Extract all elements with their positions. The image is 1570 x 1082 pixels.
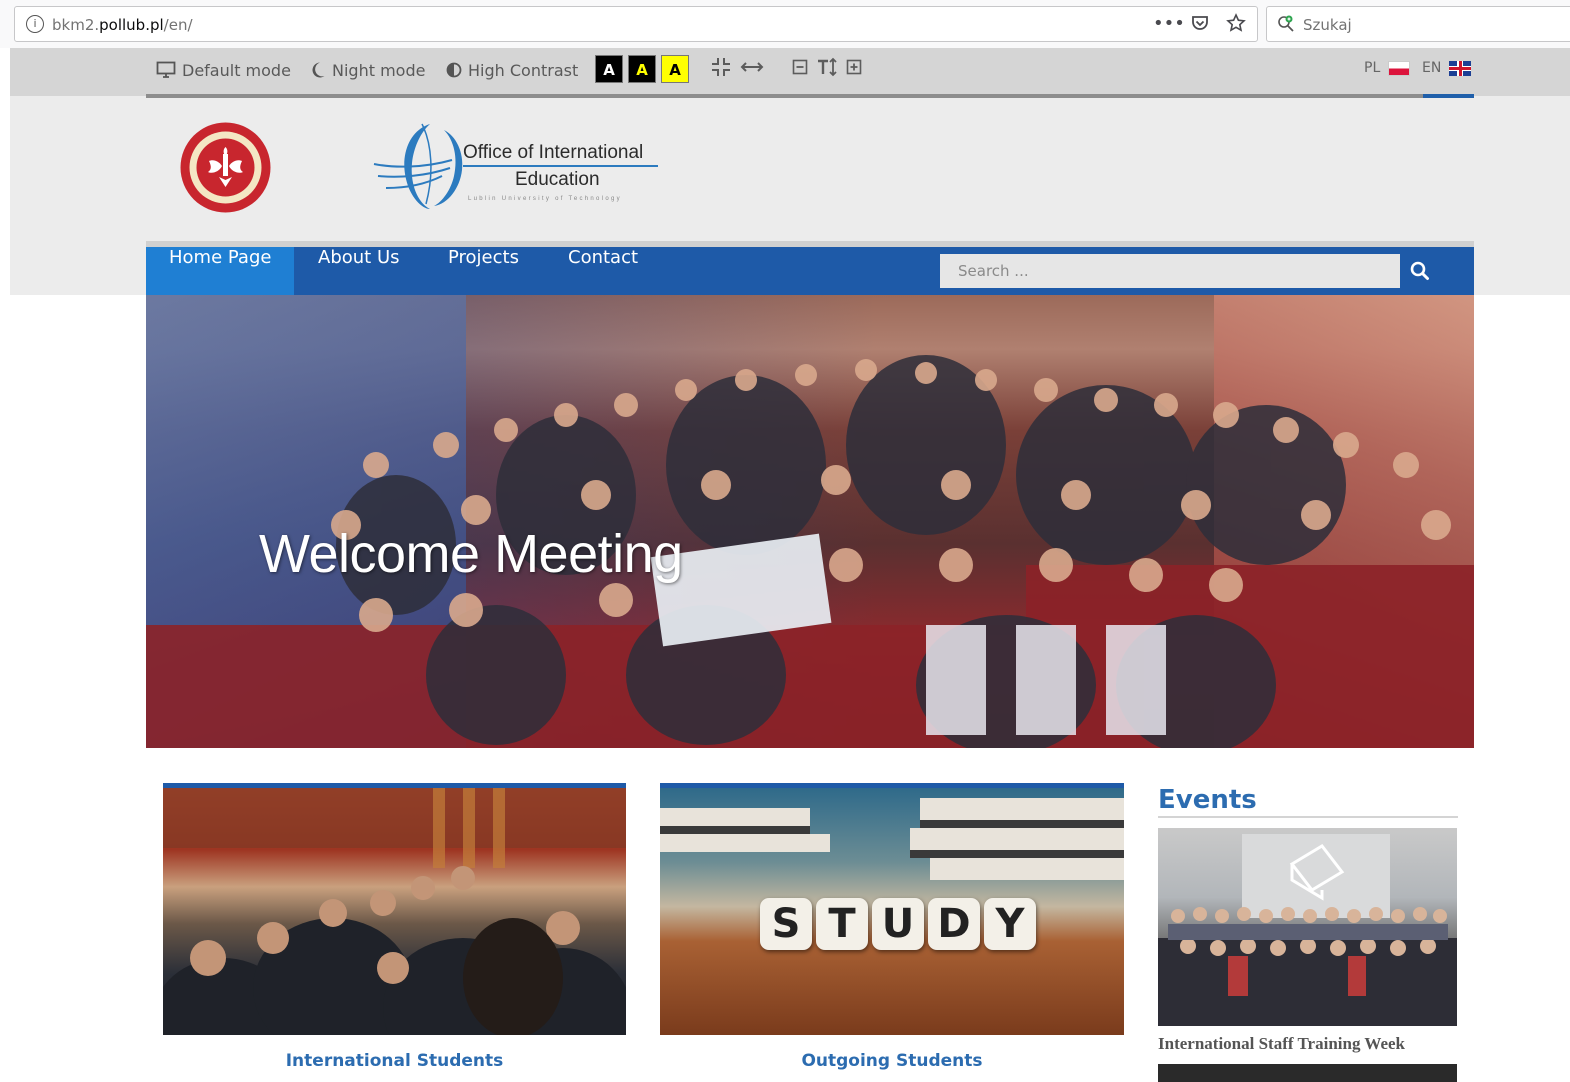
outgoing-students-link[interactable]: Outgoing Students bbox=[660, 1051, 1124, 1071]
browser-search-placeholder: Szukaj bbox=[1303, 16, 1352, 34]
die-u: U bbox=[872, 898, 924, 950]
outgoing-students-image[interactable]: S T U D Y bbox=[660, 783, 1124, 1035]
hero-caption: Welcome Meeting bbox=[259, 524, 683, 584]
high-contrast-button[interactable]: High Contrast bbox=[446, 59, 578, 81]
compress-width-icon[interactable] bbox=[710, 56, 732, 82]
uk-flag-icon bbox=[1449, 60, 1472, 76]
font-increase-icon[interactable] bbox=[846, 56, 862, 82]
page-actions-icon[interactable]: ••• bbox=[1153, 13, 1185, 35]
language-en-label: EN bbox=[1422, 60, 1442, 76]
default-mode-button[interactable]: Default mode bbox=[156, 59, 291, 81]
events-heading: Events bbox=[1158, 785, 1257, 815]
active-language-indicator bbox=[1423, 94, 1474, 98]
high-contrast-label: High Contrast bbox=[468, 60, 579, 80]
event-group-photo bbox=[1158, 907, 1457, 1026]
international-students-link[interactable]: International Students bbox=[163, 1051, 626, 1071]
nav-item-about-us[interactable]: About Us bbox=[318, 247, 400, 295]
die-d: D bbox=[928, 898, 980, 950]
bookmark-star-icon[interactable] bbox=[1225, 13, 1247, 35]
font-decrease-icon[interactable] bbox=[792, 56, 808, 82]
contrast-icon bbox=[446, 62, 462, 78]
language-en-button[interactable]: EN bbox=[1422, 60, 1472, 76]
office-title-line2: Education bbox=[515, 169, 600, 190]
study-dice: S T U D Y bbox=[760, 898, 1036, 950]
event-image[interactable] bbox=[1158, 828, 1457, 1026]
event-title-link[interactable]: International Staff Training Week bbox=[1158, 1034, 1405, 1054]
url-text: bkm2.pollub.pl/en/ bbox=[52, 16, 193, 34]
browser-search-field[interactable]: Szukaj bbox=[1266, 6, 1570, 42]
contrast-black-yellow-button[interactable]: A bbox=[628, 55, 656, 83]
search-icon[interactable] bbox=[1408, 259, 1432, 283]
browser-toolbar: i bkm2.pollub.pl/en/ ••• Szukaj bbox=[0, 0, 1570, 48]
night-mode-button[interactable]: Night mode bbox=[310, 59, 425, 81]
die-y: Y bbox=[984, 898, 1036, 950]
university-seal-logo[interactable] bbox=[179, 121, 272, 214]
site-search-input[interactable] bbox=[940, 254, 1400, 288]
address-bar[interactable]: i bkm2.pollub.pl/en/ ••• bbox=[14, 6, 1258, 42]
moon-icon bbox=[312, 62, 325, 78]
die-s: S bbox=[760, 898, 812, 950]
die-t: T bbox=[816, 898, 868, 950]
international-students-image[interactable] bbox=[163, 783, 626, 1035]
hero-slide[interactable]: Welcome Meeting bbox=[146, 295, 1474, 748]
events-divider bbox=[1158, 816, 1458, 818]
accessibility-underline bbox=[146, 94, 1474, 98]
hero-photo-crowd bbox=[146, 355, 1474, 748]
poland-flag-icon bbox=[1388, 60, 1411, 76]
expand-width-icon[interactable] bbox=[740, 56, 764, 82]
office-subtitle: Lublin University of Technology bbox=[468, 196, 622, 202]
search-engine-icon bbox=[1278, 15, 1294, 32]
contrast-yellow-black-button[interactable]: A bbox=[661, 55, 689, 83]
night-mode-label: Night mode bbox=[332, 60, 426, 80]
info-icon[interactable]: i bbox=[26, 15, 44, 33]
logo-rule bbox=[463, 165, 658, 167]
pocket-icon[interactable] bbox=[1189, 13, 1211, 35]
next-event-image[interactable] bbox=[1158, 1064, 1457, 1082]
default-mode-label: Default mode bbox=[182, 60, 291, 80]
nav-item-contact[interactable]: Contact bbox=[568, 247, 638, 295]
nav-item-projects[interactable]: Projects bbox=[448, 247, 519, 295]
office-title-line1: Office of International bbox=[463, 142, 644, 163]
students-photo bbox=[163, 788, 626, 1035]
main-nav: Home Page About Us Projects Contact bbox=[146, 247, 1474, 295]
language-pl-label: PL bbox=[1364, 60, 1381, 76]
monitor-icon bbox=[156, 61, 176, 78]
language-pl-button[interactable]: PL bbox=[1364, 60, 1411, 76]
nav-item-home-page[interactable]: Home Page bbox=[146, 247, 295, 295]
font-size-icon[interactable] bbox=[816, 56, 838, 82]
contrast-black-white-button[interactable]: A bbox=[595, 55, 623, 83]
